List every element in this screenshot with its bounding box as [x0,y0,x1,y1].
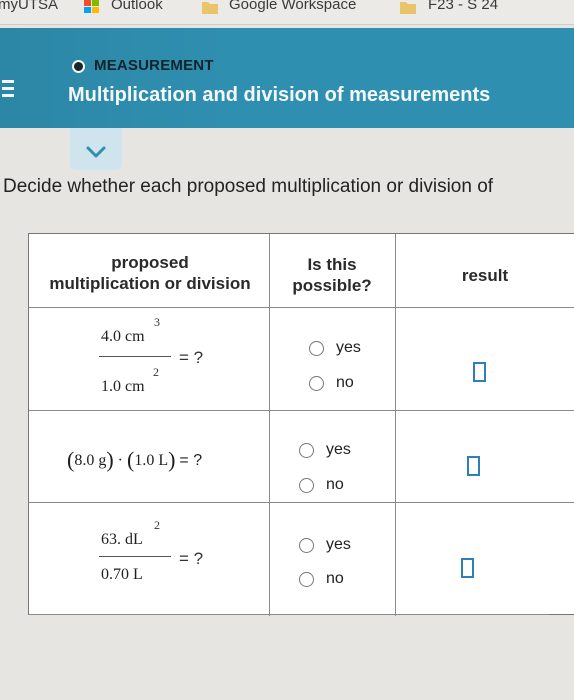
chevron-down-icon [86,146,106,158]
fraction-bar [99,356,171,357]
bookmark-f23-s24[interactable]: F23 - S 24 [428,0,498,13]
radio-button[interactable] [299,537,314,553]
bookmark-label: myUTSA [0,0,58,13]
row2-product: (8.0 g) · (1.0 L) = ? [67,447,203,472]
topic-header: MEASUREMENT Multiplication and division … [0,28,574,128]
topic-status-icon [72,60,85,73]
row1-denominator-exponent: 2 [153,365,159,379]
measurement-table: proposed multiplication or division Is t… [28,233,574,616]
option-label: no [326,476,344,493]
page-title: Multiplication and division of measureme… [68,84,491,106]
option-label: yes [326,536,351,553]
folder-icon [400,0,416,14]
row1-yes-option[interactable]: yes [309,339,361,357]
row1-no-option[interactable]: no [309,374,354,392]
row3-equals: = ? [179,549,204,568]
row1-numerator-exponent: 3 [154,315,160,329]
row2-yes-option[interactable]: yes [299,441,351,459]
row1-result-input[interactable] [473,362,486,382]
option-label: yes [326,441,351,458]
radio-button[interactable] [299,571,314,587]
row3-yes-option[interactable]: yes [299,536,351,554]
row1-numerator: 4.0 cm [101,328,145,345]
row2-result-input[interactable] [467,456,480,476]
bookmark-myutsa[interactable]: myUTSA [0,0,58,13]
row3-denominator: 0.70 L [101,566,143,583]
row1-equals: = ? [179,348,204,367]
row3-result-input[interactable] [461,558,474,578]
header-proposed: proposed multiplication or division [49,253,251,293]
option-label: no [336,374,354,391]
row3-numerator: 63. dL [101,531,143,548]
bookmark-google-workspace[interactable]: Google Workspace [229,0,356,13]
radio-button[interactable] [309,340,324,356]
option-label: no [326,570,344,587]
folder-icon [202,0,218,14]
fraction-bar [99,556,171,557]
header-result: result [461,266,509,285]
row3-numerator-exponent: 2 [154,518,160,532]
radio-button[interactable] [299,442,314,458]
option-label: yes [336,339,361,356]
bookmark-outlook[interactable]: Outlook [111,0,163,13]
header-possible: Is this possible? [292,255,372,295]
bookmark-label: Google Workspace [229,0,357,13]
row3-no-option[interactable]: no [299,570,344,588]
collapse-button[interactable] [70,128,122,170]
instructions-text: Decide whether each proposed multiplicat… [3,176,494,197]
bookmark-label: Outlook [111,0,163,13]
row2-no-option[interactable]: no [299,476,344,494]
menu-icon[interactable] [2,80,14,100]
row1-denominator: 1.0 cm [101,378,145,395]
bookmarks-bar: myUTSA Outlook Google Workspace F23 - S … [0,0,574,25]
bookmark-label: F23 - S 24 [428,0,499,13]
outlook-icon [84,0,100,14]
radio-button[interactable] [309,375,324,391]
topic-label: MEASUREMENT [94,57,214,74]
radio-button[interactable] [299,477,314,493]
